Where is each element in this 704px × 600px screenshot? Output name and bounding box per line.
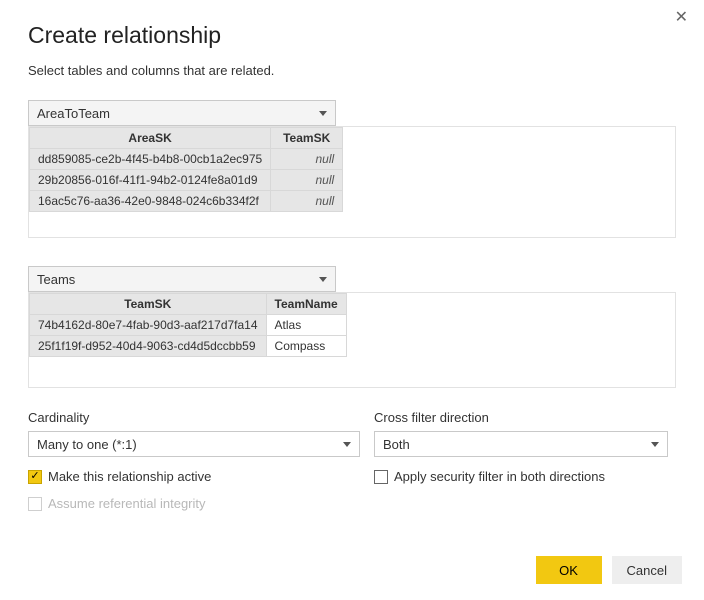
cardinality-dropdown[interactable]: Many to one (*:1) — [28, 431, 360, 457]
cell-areask: 16ac5c76-aa36-42e0-9848-024c6b334f2f — [30, 191, 271, 212]
apply-security-checkbox[interactable]: Apply security filter in both directions — [374, 469, 676, 484]
checkbox-checked-icon: ✓ — [28, 470, 42, 484]
col-header-teamsk[interactable]: TeamSK — [30, 294, 267, 315]
table2-dropdown[interactable]: Teams — [28, 266, 336, 292]
table2-grid[interactable]: TeamSK TeamName 74b4162d-80e7-4fab-90d3-… — [29, 293, 347, 357]
table1-dropdown[interactable]: AreaToTeam — [28, 100, 336, 126]
cell-areask: 29b20856-016f-41f1-94b2-0124fe8a01d9 — [30, 170, 271, 191]
crossfilter-value: Both — [383, 437, 651, 452]
table2-dropdown-label: Teams — [37, 272, 319, 287]
crossfilter-section: Cross filter direction Both Apply securi… — [374, 410, 676, 511]
make-active-checkbox[interactable]: ✓ Make this relationship active — [28, 469, 360, 484]
close-icon[interactable]: ✕ — [675, 10, 688, 26]
crossfilter-label: Cross filter direction — [374, 410, 676, 425]
cell-teamsk: 25f1f19f-d952-40d4-9063-cd4d5dccbb59 — [30, 336, 267, 357]
assume-ref-label: Assume referential integrity — [48, 496, 206, 511]
create-relationship-dialog: Create relationship Select tables and co… — [0, 0, 704, 511]
cardinality-value: Many to one (*:1) — [37, 437, 343, 452]
table-row[interactable]: 25f1f19f-d952-40d4-9063-cd4d5dccbb59 Com… — [30, 336, 347, 357]
cancel-button[interactable]: Cancel — [612, 556, 682, 584]
chevron-down-icon — [343, 442, 351, 447]
col-header-teamsk[interactable]: TeamSK — [271, 128, 343, 149]
table1-dropdown-label: AreaToTeam — [37, 106, 319, 121]
col-header-teamname[interactable]: TeamName — [266, 294, 346, 315]
table-header-row: AreaSK TeamSK — [30, 128, 343, 149]
apply-security-label: Apply security filter in both directions — [394, 469, 605, 484]
table2-preview: TeamSK TeamName 74b4162d-80e7-4fab-90d3-… — [28, 292, 676, 388]
dialog-subtitle: Select tables and columns that are relat… — [28, 63, 676, 78]
cardinality-section: Cardinality Many to one (*:1) ✓ Make thi… — [28, 410, 360, 511]
assume-ref-checkbox: Assume referential integrity — [28, 496, 360, 511]
cell-teamsk: 74b4162d-80e7-4fab-90d3-aaf217d7fa14 — [30, 315, 267, 336]
table-row[interactable]: dd859085-ce2b-4f45-b4b8-00cb1a2ec975 nul… — [30, 149, 343, 170]
table-row[interactable]: 74b4162d-80e7-4fab-90d3-aaf217d7fa14 Atl… — [30, 315, 347, 336]
cell-areask: dd859085-ce2b-4f45-b4b8-00cb1a2ec975 — [30, 149, 271, 170]
cardinality-label: Cardinality — [28, 410, 360, 425]
make-active-label: Make this relationship active — [48, 469, 211, 484]
cell-teamsk: null — [271, 170, 343, 191]
chevron-down-icon — [651, 442, 659, 447]
cell-teamname: Atlas — [266, 315, 346, 336]
col-header-areask[interactable]: AreaSK — [30, 128, 271, 149]
dialog-title: Create relationship — [28, 22, 676, 49]
chevron-down-icon — [319, 277, 327, 282]
table-row[interactable]: 29b20856-016f-41f1-94b2-0124fe8a01d9 nul… — [30, 170, 343, 191]
table-header-row: TeamSK TeamName — [30, 294, 347, 315]
cell-teamsk: null — [271, 191, 343, 212]
dialog-buttons: OK Cancel — [536, 556, 682, 584]
table1-grid[interactable]: AreaSK TeamSK dd859085-ce2b-4f45-b4b8-00… — [29, 127, 343, 212]
table-row[interactable]: 16ac5c76-aa36-42e0-9848-024c6b334f2f nul… — [30, 191, 343, 212]
crossfilter-dropdown[interactable]: Both — [374, 431, 668, 457]
checkbox-unchecked-icon — [28, 497, 42, 511]
ok-button[interactable]: OK — [536, 556, 602, 584]
table1-preview: AreaSK TeamSK dd859085-ce2b-4f45-b4b8-00… — [28, 126, 676, 238]
checkbox-unchecked-icon — [374, 470, 388, 484]
cell-teamsk: null — [271, 149, 343, 170]
cell-teamname: Compass — [266, 336, 346, 357]
chevron-down-icon — [319, 111, 327, 116]
